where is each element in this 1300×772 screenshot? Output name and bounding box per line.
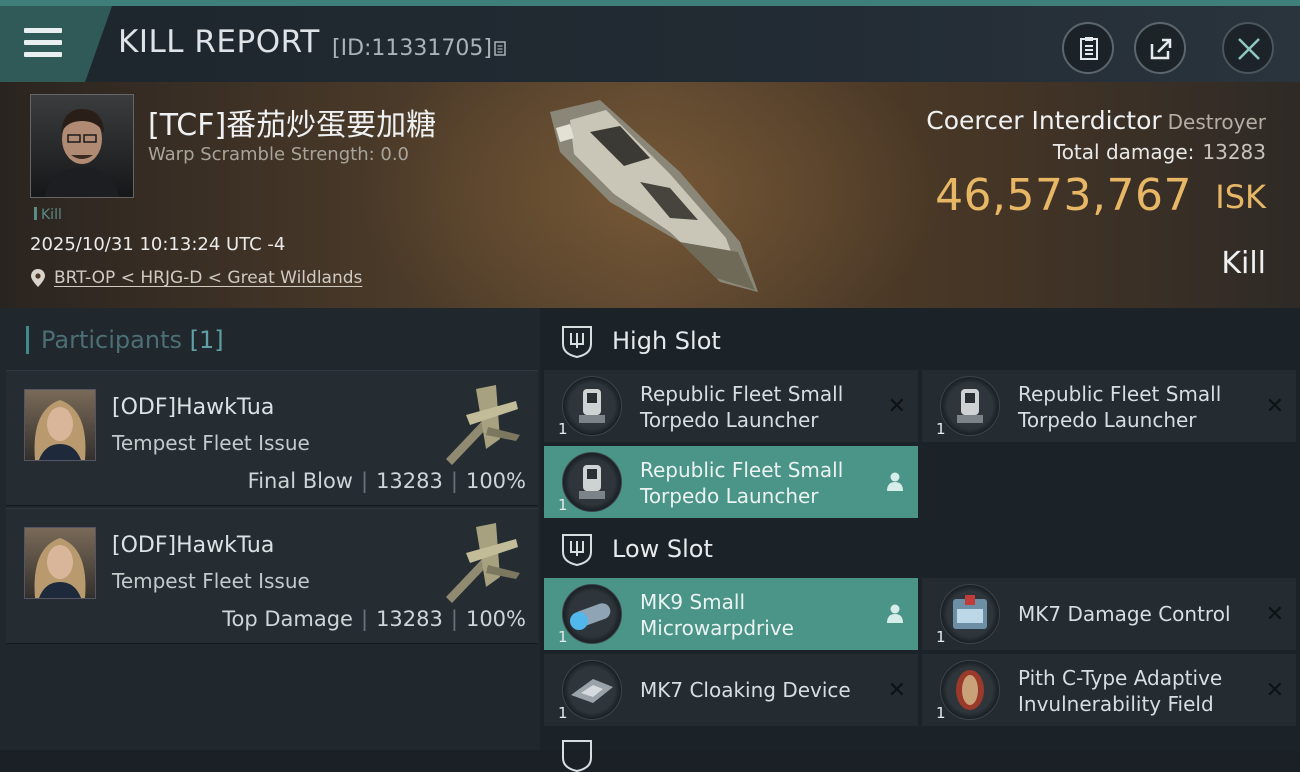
module-quantity: 1 <box>936 420 946 438</box>
participants-label: Participants <box>41 326 182 354</box>
kill-banner: [TCF]番茄炒蛋要加糖 Warp Scramble Strength: 0.0… <box>0 82 1300 308</box>
participant-stats: Top Damage | 13283 | 100% <box>222 607 526 631</box>
fitting-panel: High Slot 1 Republic Fleet Small Torpedo … <box>540 308 1300 772</box>
victim-name[interactable]: [TCF]番茄炒蛋要加糖 <box>148 100 436 144</box>
top-bar: KILL REPORT [ID:11331705] <box>0 0 1300 82</box>
person-icon <box>887 472 903 491</box>
participant-avatar <box>24 527 96 599</box>
destroyed-x-icon: ✕ <box>887 678 906 703</box>
participant-name[interactable]: [ODF]HawkTua <box>112 395 274 420</box>
close-button[interactable] <box>1222 22 1274 74</box>
victim-ship-image <box>550 100 758 292</box>
person-icon <box>887 604 903 623</box>
kill-datetime: 2025/10/31 10:13:24 UTC -4 <box>30 234 286 255</box>
total-damage-value: 13283 <box>1202 140 1266 164</box>
participant-percent: 100% <box>465 469 526 493</box>
low-slot-label: Low Slot <box>612 535 713 563</box>
page-title: KILL REPORT <box>118 24 320 60</box>
clipboard-button[interactable] <box>1062 22 1114 74</box>
participant-percent: 100% <box>465 607 526 631</box>
shield-slot-icon <box>562 534 592 566</box>
share-button[interactable] <box>1134 22 1186 74</box>
module-name: Pith C-Type Adaptive Invulnerability Fiel… <box>1018 666 1223 716</box>
participant-card[interactable]: [ODF]HawkTua Tempest Fleet Issue Final B… <box>6 370 538 506</box>
module-slot[interactable]: 1 MK7 Cloaking Device ✕ <box>544 654 918 726</box>
torpedo-launcher-icon <box>562 376 622 436</box>
module-quantity: 1 <box>558 420 568 438</box>
module-quantity: 1 <box>558 628 568 646</box>
participant-ship: Tempest Fleet Issue <box>112 431 310 455</box>
module-slot[interactable]: 1 MK7 Damage Control ✕ <box>922 578 1296 650</box>
participant-role: Top Damage <box>222 607 353 631</box>
kill-type: Kill <box>1221 246 1266 281</box>
participant-ship: Tempest Fleet Issue <box>112 569 310 593</box>
participant-avatar <box>24 389 96 461</box>
module-slot[interactable]: 1 Republic Fleet Small Torpedo Launcher ✕ <box>922 370 1296 442</box>
close-icon <box>1238 38 1260 60</box>
invulnerability-field-icon <box>940 660 1000 720</box>
clipboard-icon <box>1080 37 1098 60</box>
isk-value: 46,573,767 <box>935 170 1192 221</box>
shield-slot-icon <box>562 740 592 772</box>
total-damage: Total damage: 13283 <box>1053 140 1266 164</box>
participant-ship-image <box>446 385 520 465</box>
module-quantity: 1 <box>936 628 946 646</box>
destroyed-x-icon: ✕ <box>887 394 906 419</box>
module-name: Republic Fleet Small Torpedo Launcher <box>1018 382 1222 432</box>
share-icon <box>1150 38 1172 60</box>
microwarpdrive-icon <box>562 584 622 644</box>
torpedo-launcher-icon <box>562 452 622 512</box>
destroyed-x-icon: ✕ <box>1265 602 1284 627</box>
module-name: MK7 Damage Control <box>1018 602 1231 626</box>
participant-stats: Final Blow | 13283 | 100% <box>247 469 526 493</box>
module-name: Republic Fleet Small Torpedo Launcher <box>640 382 844 432</box>
participants-panel: Participants [1] [ODF]HawkTua Tempest Fl… <box>0 308 540 750</box>
cloaking-device-icon <box>562 660 622 720</box>
high-slot-label: High Slot <box>612 327 721 355</box>
module-slot[interactable]: 1 Pith C-Type Adaptive Invulnerability Fi… <box>922 654 1296 726</box>
module-quantity: 1 <box>558 496 568 514</box>
victim-portrait[interactable] <box>30 94 134 198</box>
participants-header: Participants [1] <box>26 326 224 354</box>
destroyed-x-icon: ✕ <box>1265 394 1284 419</box>
kill-tag: Kill <box>34 207 62 223</box>
module-name: Republic Fleet Small Torpedo Launcher <box>640 458 844 508</box>
participant-damage: 13283 <box>376 469 443 493</box>
menu-icon <box>24 28 62 58</box>
participant-card[interactable]: [ODF]HawkTua Tempest Fleet Issue Top Dam… <box>6 508 538 644</box>
damage-control-icon <box>940 584 1000 644</box>
participants-count: [1] <box>189 326 224 354</box>
isk-unit: ISK <box>1215 178 1266 216</box>
module-slot[interactable]: 1 MK9 Small Microwarpdrive <box>544 578 918 650</box>
participant-ship-image <box>446 523 520 603</box>
copy-icon[interactable] <box>494 41 508 58</box>
torpedo-launcher-icon <box>940 376 1000 436</box>
participant-name[interactable]: [ODF]HawkTua <box>112 533 274 558</box>
total-damage-label: Total damage: <box>1052 140 1195 164</box>
module-name: MK7 Cloaking Device <box>640 678 851 702</box>
module-slot[interactable]: 1 Republic Fleet Small Torpedo Launcher <box>544 446 918 518</box>
menu-button[interactable] <box>0 6 112 82</box>
module-quantity: 1 <box>936 704 946 722</box>
module-name: MK9 Small Microwarpdrive <box>640 590 794 640</box>
location-link[interactable]: BRT-OP < HRJG-D < Great Wildlands <box>54 268 362 288</box>
module-slot[interactable]: 1 Republic Fleet Small Torpedo Launcher ✕ <box>544 370 918 442</box>
kill-tag-label: Kill <box>41 207 62 223</box>
report-id: [ID:11331705] <box>332 36 492 61</box>
destroyed-x-icon: ✕ <box>1265 678 1284 703</box>
shield-slot-icon <box>562 326 592 358</box>
participant-damage: 13283 <box>376 607 443 631</box>
module-quantity: 1 <box>558 704 568 722</box>
participant-role: Final Blow <box>247 469 353 493</box>
ship-class: Destroyer <box>1167 110 1266 134</box>
victim-ship[interactable]: Coercer Interdictor Destroyer <box>926 106 1266 135</box>
warp-scramble-strength: Warp Scramble Strength: 0.0 <box>148 144 410 165</box>
ship-name: Coercer Interdictor <box>926 106 1162 135</box>
location-pin-icon <box>31 269 45 287</box>
